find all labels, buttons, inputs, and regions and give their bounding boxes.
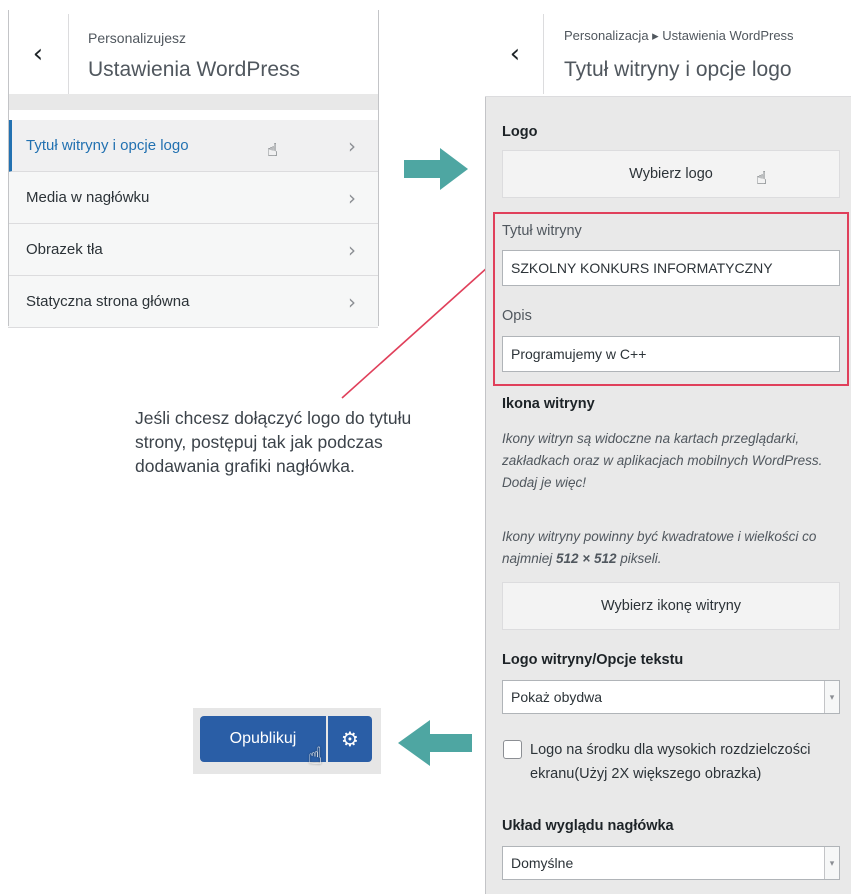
publish-button-label: Opublikuj: [229, 730, 297, 747]
chevron-left-icon: ‹: [509, 39, 521, 69]
site-icon-description: Ikony witryn są widoczne na kartach prze…: [502, 431, 823, 490]
customizer-panel-left: ‹ Personalizujesz Ustawienia WordPress T…: [8, 0, 378, 328]
menu-item-label: Statyczna strona główna: [26, 293, 190, 310]
arrow-right-icon: [404, 148, 468, 190]
select-site-icon-button[interactable]: Wybierz ikonę witryny: [502, 582, 840, 630]
select-logo-button-label: Wybierz logo: [629, 166, 713, 182]
logo-text-select[interactable]: Pokaż obydwa ▾: [502, 680, 840, 714]
menu-item-label: Tytuł witryny i opcje logo: [26, 137, 189, 154]
menu-item-label: Obrazek tła: [26, 241, 103, 258]
tagline-value: Programujemy w C++: [511, 346, 647, 362]
back-button[interactable]: ‹: [8, 14, 69, 94]
breadcrumb: Personalizacja ▸ Ustawienia WordPress: [564, 28, 794, 43]
hand-cursor-icon: ☝: [267, 140, 278, 161]
site-title-label: Tytuł witryny: [502, 223, 582, 239]
chevron-left-icon: ‹: [32, 39, 44, 69]
select-site-icon-button-label: Wybierz ikonę witryny: [600, 598, 742, 614]
annotation-pointer-line: [341, 257, 499, 399]
menu-item-header-media[interactable]: Media w nagłówku ›: [8, 172, 378, 224]
chevron-down-icon: ▾: [824, 847, 839, 879]
size-note-dimensions: 512 × 512: [556, 551, 617, 566]
header-layout-selected: Domyślne: [511, 855, 574, 871]
center-logo-checkbox-label: Logo na środku dla wysokich rozdzielczoś…: [530, 742, 811, 782]
size-note-unit: pikseli.: [616, 551, 662, 566]
tagline-label: Opis: [502, 308, 532, 324]
chevron-down-icon: ▾: [824, 681, 839, 713]
panel-title: Tytuł witryny i opcje logo: [564, 58, 792, 81]
hand-cursor-icon: ☝: [308, 742, 323, 770]
header-layout-label: Układ wyglądu nagłówka: [502, 818, 674, 834]
menu-item-background-image[interactable]: Obrazek tła ›: [8, 224, 378, 276]
tagline-input[interactable]: Programujemy w C++: [502, 336, 840, 372]
panel-title: Ustawienia WordPress: [88, 58, 301, 81]
logo-text-label: Logo witryny/Opcje tekstu: [502, 652, 684, 668]
logo-text-selected: Pokaż obydwa: [511, 689, 603, 705]
publish-settings-button[interactable]: ⚙: [328, 716, 372, 762]
callout-text: Jeśli chcesz dołączyć logo do tytułu str…: [135, 408, 412, 476]
menu-item-static-front-page[interactable]: Statyczna strona główna ›: [8, 276, 378, 328]
chevron-right-icon: ›: [348, 134, 356, 158]
arrow-left-icon: [398, 720, 472, 766]
select-logo-button[interactable]: Wybierz logo: [502, 150, 840, 198]
panel-border: [8, 10, 9, 326]
logo-label: Logo: [502, 124, 538, 140]
panel-divider: [8, 94, 378, 110]
center-logo-checkbox[interactable]: [503, 740, 522, 759]
menu-item-label: Media w nagłówku: [26, 189, 150, 206]
menu-item-site-identity[interactable]: Tytuł witryny i opcje logo ☝ ›: [8, 120, 378, 172]
gear-icon: ⚙: [341, 727, 359, 751]
hand-cursor-icon: ☝: [756, 168, 767, 189]
chevron-right-icon: ›: [348, 186, 356, 210]
back-button[interactable]: ‹: [487, 14, 544, 94]
header-layout-select[interactable]: Domyślne ▾: [502, 846, 840, 880]
site-icon-size-note: Ikony witryny powinny być kwadratowe i w…: [502, 526, 840, 570]
panel-subtitle: Personalizujesz: [88, 30, 187, 46]
site-icon-label: Ikona witryny: [502, 396, 595, 412]
site-title-input[interactable]: SZKOLNY KONKURS INFORMATYCZNY: [502, 250, 840, 286]
site-title-value: SZKOLNY KONKURS INFORMATYCZNY: [511, 260, 773, 276]
